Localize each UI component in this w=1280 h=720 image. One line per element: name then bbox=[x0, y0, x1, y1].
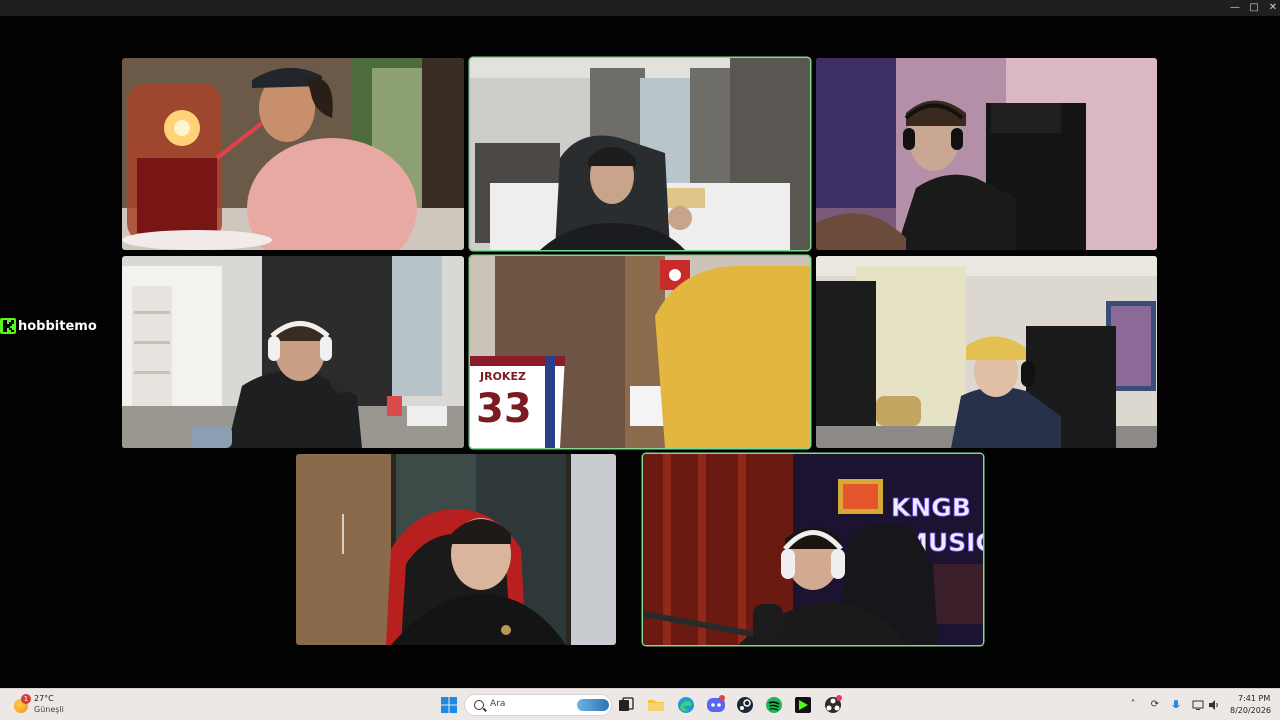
video-tile-participant-6[interactable] bbox=[816, 256, 1157, 448]
windows-start-icon[interactable] bbox=[439, 695, 459, 715]
title-bar: — □ ✕ bbox=[0, 0, 1280, 16]
video-tile-participant-4[interactable] bbox=[122, 256, 464, 448]
streamer-name: hobbitemo bbox=[18, 318, 97, 334]
steam-icon[interactable] bbox=[735, 695, 755, 715]
svg-text:JROKEZ: JROKEZ bbox=[479, 370, 526, 383]
file-explorer-icon[interactable] bbox=[646, 695, 666, 715]
video-call-window: — □ ✕ JROKEZ 33 KNGB MUSI hobbitemo 1 27… bbox=[0, 0, 1280, 720]
video-tile-participant-1[interactable] bbox=[122, 58, 464, 250]
video-tile-participant-5[interactable]: JROKEZ 33 bbox=[470, 256, 810, 448]
clock-time[interactable]: 7:41 PM bbox=[1238, 694, 1270, 703]
microphone-icon[interactable] bbox=[1170, 699, 1182, 711]
chevron-up-icon[interactable]: ˄ bbox=[1127, 699, 1139, 711]
search-box[interactable]: Ara bbox=[464, 694, 612, 716]
minimize-icon[interactable]: — bbox=[1225, 0, 1245, 16]
maximize-icon[interactable]: □ bbox=[1244, 0, 1264, 16]
spotify-icon[interactable] bbox=[764, 695, 784, 715]
svg-text:33: 33 bbox=[476, 386, 532, 432]
neon-line-1: KNGB bbox=[891, 493, 971, 522]
volume-icon[interactable] bbox=[1208, 699, 1220, 711]
search-placeholder: Ara bbox=[490, 699, 506, 709]
video-tile-participant-7[interactable] bbox=[296, 454, 616, 645]
weather-temperature: 27°C bbox=[34, 694, 54, 703]
streamer-label: hobbitemo bbox=[0, 316, 97, 336]
close-icon[interactable]: ✕ bbox=[1263, 0, 1280, 16]
obs-icon[interactable] bbox=[823, 695, 843, 715]
search-icon bbox=[474, 700, 484, 710]
video-tile-participant-3[interactable] bbox=[816, 58, 1157, 250]
task-view-icon[interactable] bbox=[616, 695, 636, 715]
taskbar: 1 27°C Güneşli Ara ˄ ⟳ 7:41 PM 8/20/2026 bbox=[0, 688, 1280, 720]
clock-date[interactable]: 8/20/2026 bbox=[1230, 706, 1271, 715]
sync-icon[interactable]: ⟳ bbox=[1149, 699, 1161, 711]
display-icon[interactable] bbox=[1192, 699, 1204, 711]
search-highlight-image bbox=[577, 699, 609, 711]
kick-logo-icon bbox=[0, 318, 16, 334]
video-tile-participant-2[interactable] bbox=[470, 58, 810, 250]
weather-condition: Güneşli bbox=[34, 705, 64, 714]
kick-app-icon[interactable] bbox=[793, 695, 813, 715]
edge-icon[interactable] bbox=[676, 695, 696, 715]
discord-icon[interactable] bbox=[706, 695, 726, 715]
video-tile-participant-8[interactable]: KNGB MUSIC bbox=[643, 454, 983, 645]
notification-badge: 1 bbox=[21, 694, 31, 704]
